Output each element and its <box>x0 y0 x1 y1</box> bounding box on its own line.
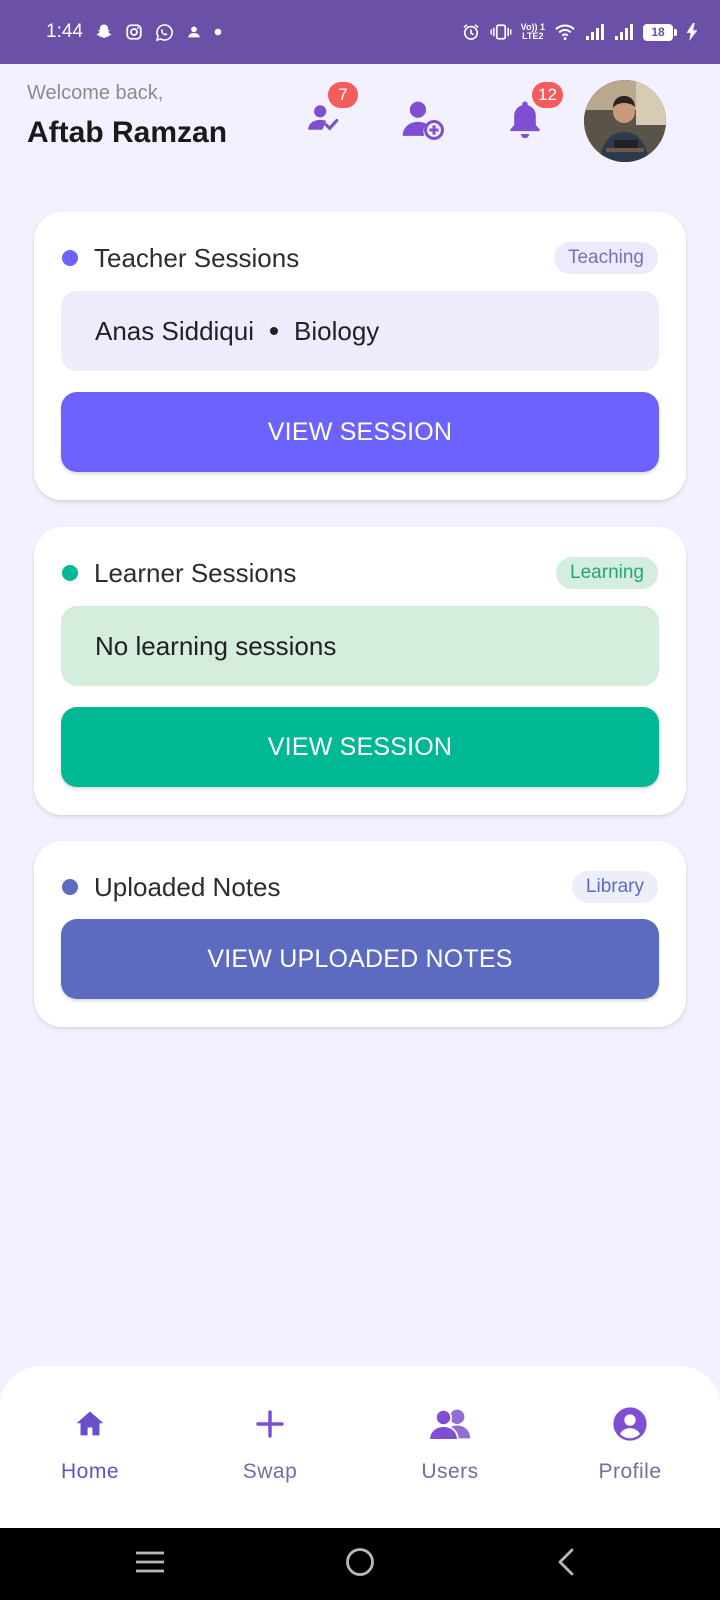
learning-tag: Learning <box>556 557 658 589</box>
requests-badge: 7 <box>326 80 360 110</box>
signal-sim2-icon <box>614 23 634 41</box>
notifications-badge: 12 <box>530 80 565 110</box>
learner-dot-icon <box>62 565 78 581</box>
wifi-icon <box>554 23 576 41</box>
separator-dot <box>270 327 278 335</box>
learner-session-info: No learning sessions <box>61 606 659 686</box>
nav-profile-label: Profile <box>598 1460 662 1483</box>
nav-home[interactable]: Home <box>0 1366 180 1528</box>
nav-swap-label: Swap <box>242 1460 298 1483</box>
alarm-icon <box>461 22 481 42</box>
person-add-icon <box>401 97 445 146</box>
status-time: 1:44 <box>46 21 83 42</box>
snapchat-icon <box>95 23 113 41</box>
teaching-tag: Teaching <box>553 242 658 274</box>
teacher-sessions-card: Teacher Sessions Teaching Anas Siddiqui … <box>34 212 686 500</box>
session-subject: Biology <box>294 315 380 346</box>
more-notifications-dot-icon <box>214 28 222 36</box>
uploaded-notes-card: Uploaded Notes Library VIEW UPLOADED NOT… <box>34 841 686 1027</box>
battery-indicator: 18 <box>643 23 677 41</box>
nav-profile[interactable]: Profile <box>540 1366 720 1528</box>
teacher-session-info: Anas Siddiqui Biology <box>61 291 659 371</box>
back-button[interactable] <box>536 1528 596 1600</box>
vibrate-icon <box>490 23 512 41</box>
recent-apps-button[interactable] <box>120 1528 180 1600</box>
nav-users-label: Users <box>421 1460 479 1483</box>
users-icon <box>427 1404 473 1444</box>
signal-sim1-icon <box>585 23 605 41</box>
system-nav-bar <box>0 1528 720 1600</box>
uploaded-notes-title: Uploaded Notes <box>94 871 281 902</box>
library-tag: Library <box>571 871 658 903</box>
nav-users[interactable]: Users <box>360 1366 540 1528</box>
view-learner-session-button[interactable]: VIEW SESSION <box>61 707 659 787</box>
learner-sessions-card: Learner Sessions Learning No learning se… <box>34 527 686 815</box>
avatar[interactable] <box>584 80 666 162</box>
welcome-text: Welcome back, <box>27 82 164 104</box>
teacher-dot-icon <box>62 250 78 266</box>
account-circle-icon <box>611 1404 649 1444</box>
bottom-nav: Home Swap Users Profile <box>0 1366 720 1528</box>
home-icon <box>73 1404 107 1444</box>
teacher-name: Anas Siddiqui <box>95 315 254 346</box>
charging-icon <box>686 23 698 41</box>
plus-icon <box>254 1404 286 1444</box>
whatsapp-icon <box>155 23 174 42</box>
volte-bottom-label: LTE2 <box>522 31 544 41</box>
user-name: Aftab Ramzan <box>27 116 228 149</box>
view-uploaded-notes-button[interactable]: VIEW UPLOADED NOTES <box>61 919 659 999</box>
volte-indicator: Vo)) 1 LTE2 <box>521 23 545 41</box>
instagram-icon <box>125 23 143 41</box>
teacher-sessions-title: Teacher Sessions <box>94 242 300 273</box>
nav-swap[interactable]: Swap <box>180 1366 360 1528</box>
circle-home-icon <box>344 1546 376 1583</box>
chevron-left-icon <box>555 1547 577 1582</box>
add-user-button[interactable] <box>398 96 448 146</box>
menu-lines-icon <box>134 1549 166 1580</box>
view-teacher-session-button[interactable]: VIEW SESSION <box>61 392 659 472</box>
notes-dot-icon <box>62 879 78 895</box>
status-bar: 1:44 Vo)) 1 LTE2 18 <box>0 0 720 64</box>
nav-home-label: Home <box>60 1460 120 1483</box>
header: Welcome back, Aftab Ramzan 7 12 <box>0 64 720 184</box>
home-system-button[interactable] <box>330 1528 390 1600</box>
contact-icon <box>186 24 202 40</box>
learner-sessions-title: Learner Sessions <box>94 557 297 588</box>
battery-level: 18 <box>643 23 673 41</box>
